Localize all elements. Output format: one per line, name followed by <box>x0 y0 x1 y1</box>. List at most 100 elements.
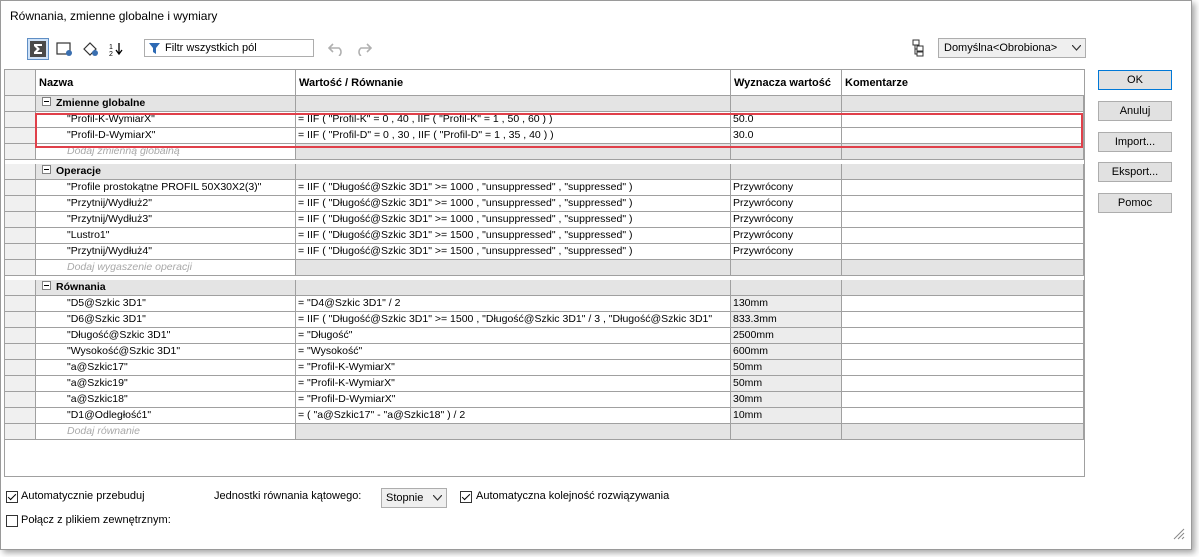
equation-value[interactable]: = "Długość" <box>296 328 731 344</box>
table-row[interactable]: "Profil-K-WymiarX" = IIF ( "Profil-K" = 0… <box>5 112 1084 128</box>
col-comment-header[interactable]: Komentarze <box>842 70 1084 95</box>
equation-value[interactable]: = "D4@Szkic 3D1" / 2 <box>296 296 731 312</box>
sketch-view-icon[interactable] <box>53 38 75 60</box>
table-row[interactable]: "Przytnij/Wydłuż2" = IIF ( "Długość@Szkic… <box>5 196 1084 212</box>
equation-name[interactable]: "D1@Odległość1" <box>36 408 296 424</box>
operation-name[interactable]: "Lustro1" <box>36 228 296 244</box>
equation-comment[interactable] <box>842 408 1084 424</box>
global-var-comment[interactable] <box>842 128 1084 144</box>
angle-units-select[interactable]: Stopnie <box>381 488 447 508</box>
help-button[interactable]: Pomoc <box>1098 193 1172 213</box>
col-name-header[interactable]: Nazwa <box>36 70 296 95</box>
ordered-view-icon[interactable]: 12 <box>105 38 127 60</box>
equation-comment[interactable] <box>842 344 1084 360</box>
equation-value[interactable]: = "Profil-K-WymiarX" <box>296 376 731 392</box>
equation-name[interactable]: "a@Szkic17" <box>36 360 296 376</box>
table-row[interactable]: "a@Szkic18" = "Profil-D-WymiarX" 30mm <box>5 392 1084 408</box>
global-var-name[interactable]: "Profil-K-WymiarX" <box>36 112 296 128</box>
operation-name[interactable]: "Przytnij/Wydłuż4" <box>36 244 296 260</box>
operation-name[interactable]: "Profile prostokątne PROFIL 50X30X2(3)" <box>36 180 296 196</box>
table-row[interactable]: "Profile prostokątne PROFIL 50X30X2(3)" =… <box>5 180 1084 196</box>
equation-name[interactable]: "D5@Szkic 3D1" <box>36 296 296 312</box>
group-row-equations[interactable]: Równania <box>5 280 1084 296</box>
table-row[interactable]: "a@Szkic17" = "Profil-K-WymiarX" 50mm <box>5 360 1084 376</box>
group-cell <box>842 164 1084 180</box>
auto-rebuild-checkbox[interactable] <box>6 491 18 503</box>
equation-name[interactable]: "Długość@Szkic 3D1" <box>36 328 296 344</box>
table-row[interactable]: "Lustro1" = IIF ( "Długość@Szkic 3D1" >= … <box>5 228 1084 244</box>
filter-input[interactable]: Filtr wszystkich pól <box>144 39 314 57</box>
table-row[interactable]: "D1@Odległość1" = ( "a@Szkic17" - "a@Szki… <box>5 408 1084 424</box>
export-button[interactable]: Eksport... <box>1098 162 1172 182</box>
equation-value[interactable]: = "Wysokość" <box>296 344 731 360</box>
row-header <box>5 112 36 128</box>
global-var-value[interactable]: = IIF ( "Profil-D" = 0 , 30 , IIF ( "Pro… <box>296 128 731 144</box>
table-row[interactable]: "a@Szkic19" = "Profil-K-WymiarX" 50mm <box>5 376 1084 392</box>
equation-comment[interactable] <box>842 296 1084 312</box>
operation-comment[interactable] <box>842 244 1084 260</box>
operation-value[interactable]: = IIF ( "Długość@Szkic 3D1" >= 1500 , "u… <box>296 228 731 244</box>
add-operation-placeholder[interactable]: Dodaj wygaszenie operacji <box>36 260 296 276</box>
equation-comment[interactable] <box>842 360 1084 376</box>
cancel-button[interactable]: Anuluj <box>1098 101 1172 121</box>
operation-comment[interactable] <box>842 228 1084 244</box>
resize-grip-icon[interactable] <box>1173 528 1185 543</box>
add-row-equations[interactable]: Dodaj równanie <box>5 424 1084 440</box>
redo-icon[interactable] <box>354 40 373 59</box>
group-row-global[interactable]: Zmienne globalne <box>5 96 1084 112</box>
equation-result: 10mm <box>731 408 842 424</box>
equation-value[interactable]: = "Profil-K-WymiarX" <box>296 360 731 376</box>
table-row[interactable]: "Długość@Szkic 3D1" = "Długość" 2500mm <box>5 328 1084 344</box>
equation-comment[interactable] <box>842 312 1084 328</box>
add-global-var-placeholder[interactable]: Dodaj zmienną globalną <box>36 144 296 160</box>
group-cell <box>296 96 731 112</box>
table-row[interactable]: "Przytnij/Wydłuż4" = IIF ( "Długość@Szkic… <box>5 244 1084 260</box>
table-row[interactable]: "D6@Szkic 3D1" = IIF ( "Długość@Szkic 3D1… <box>5 312 1084 328</box>
filter-icon <box>149 43 160 57</box>
operation-comment[interactable] <box>842 212 1084 228</box>
link-file-checkbox[interactable] <box>6 515 18 527</box>
equation-name[interactable]: "D6@Szkic 3D1" <box>36 312 296 328</box>
operation-value[interactable]: = IIF ( "Długość@Szkic 3D1" >= 1500 , "u… <box>296 244 731 260</box>
equation-value[interactable]: = "Profil-D-WymiarX" <box>296 392 731 408</box>
col-result-header[interactable]: Wyznacza wartość <box>731 70 842 95</box>
table-row[interactable]: "Wysokość@Szkic 3D1" = "Wysokość" 600mm <box>5 344 1084 360</box>
undo-icon[interactable] <box>327 40 346 59</box>
equation-comment[interactable] <box>842 328 1084 344</box>
dimension-view-icon[interactable] <box>79 38 101 60</box>
equation-comment[interactable] <box>842 376 1084 392</box>
operation-value[interactable]: = IIF ( "Długość@Szkic 3D1" >= 1000 , "u… <box>296 196 731 212</box>
equation-name[interactable]: "a@Szkic19" <box>36 376 296 392</box>
equation-comment[interactable] <box>842 392 1084 408</box>
collapse-icon[interactable] <box>42 165 51 174</box>
operation-value[interactable]: = IIF ( "Długość@Szkic 3D1" >= 1000 , "u… <box>296 180 731 196</box>
sigma-view-icon[interactable] <box>27 38 49 60</box>
add-row-global[interactable]: Dodaj zmienną globalną <box>5 144 1084 160</box>
table-row[interactable]: "Przytnij/Wydłuż3" = IIF ( "Długość@Szkic… <box>5 212 1084 228</box>
row-header <box>5 344 36 360</box>
global-var-comment[interactable] <box>842 112 1084 128</box>
global-var-name[interactable]: "Profil-D-WymiarX" <box>36 128 296 144</box>
table-row[interactable]: "Profil-D-WymiarX" = IIF ( "Profil-D" = 0… <box>5 128 1084 144</box>
operation-name[interactable]: "Przytnij/Wydłuż3" <box>36 212 296 228</box>
global-var-value[interactable]: = IIF ( "Profil-K" = 0 , 40 , IIF ( "Pro… <box>296 112 731 128</box>
equation-name[interactable]: "a@Szkic18" <box>36 392 296 408</box>
import-button[interactable]: Import... <box>1098 132 1172 152</box>
configuration-select[interactable]: Domyślna<Obrobiona> <box>938 38 1086 58</box>
operation-comment[interactable] <box>842 180 1084 196</box>
group-row-ops[interactable]: Operacje <box>5 164 1084 180</box>
operation-name[interactable]: "Przytnij/Wydłuż2" <box>36 196 296 212</box>
equation-value[interactable]: = ( "a@Szkic17" - "a@Szkic18" ) / 2 <box>296 408 731 424</box>
operation-value[interactable]: = IIF ( "Długość@Szkic 3D1" >= 1000 , "u… <box>296 212 731 228</box>
add-row-ops[interactable]: Dodaj wygaszenie operacji <box>5 260 1084 276</box>
equation-name[interactable]: "Wysokość@Szkic 3D1" <box>36 344 296 360</box>
collapse-icon[interactable] <box>42 281 51 290</box>
col-value-header[interactable]: Wartość / Równanie <box>296 70 731 95</box>
auto-order-checkbox[interactable] <box>460 491 472 503</box>
add-equation-placeholder[interactable]: Dodaj równanie <box>36 424 296 440</box>
collapse-icon[interactable] <box>42 97 51 106</box>
operation-comment[interactable] <box>842 196 1084 212</box>
table-row[interactable]: "D5@Szkic 3D1" = "D4@Szkic 3D1" / 2 130mm <box>5 296 1084 312</box>
equation-value[interactable]: = IIF ( "Długość@Szkic 3D1" >= 1500 , "D… <box>296 312 731 328</box>
ok-button[interactable]: OK <box>1098 70 1172 90</box>
